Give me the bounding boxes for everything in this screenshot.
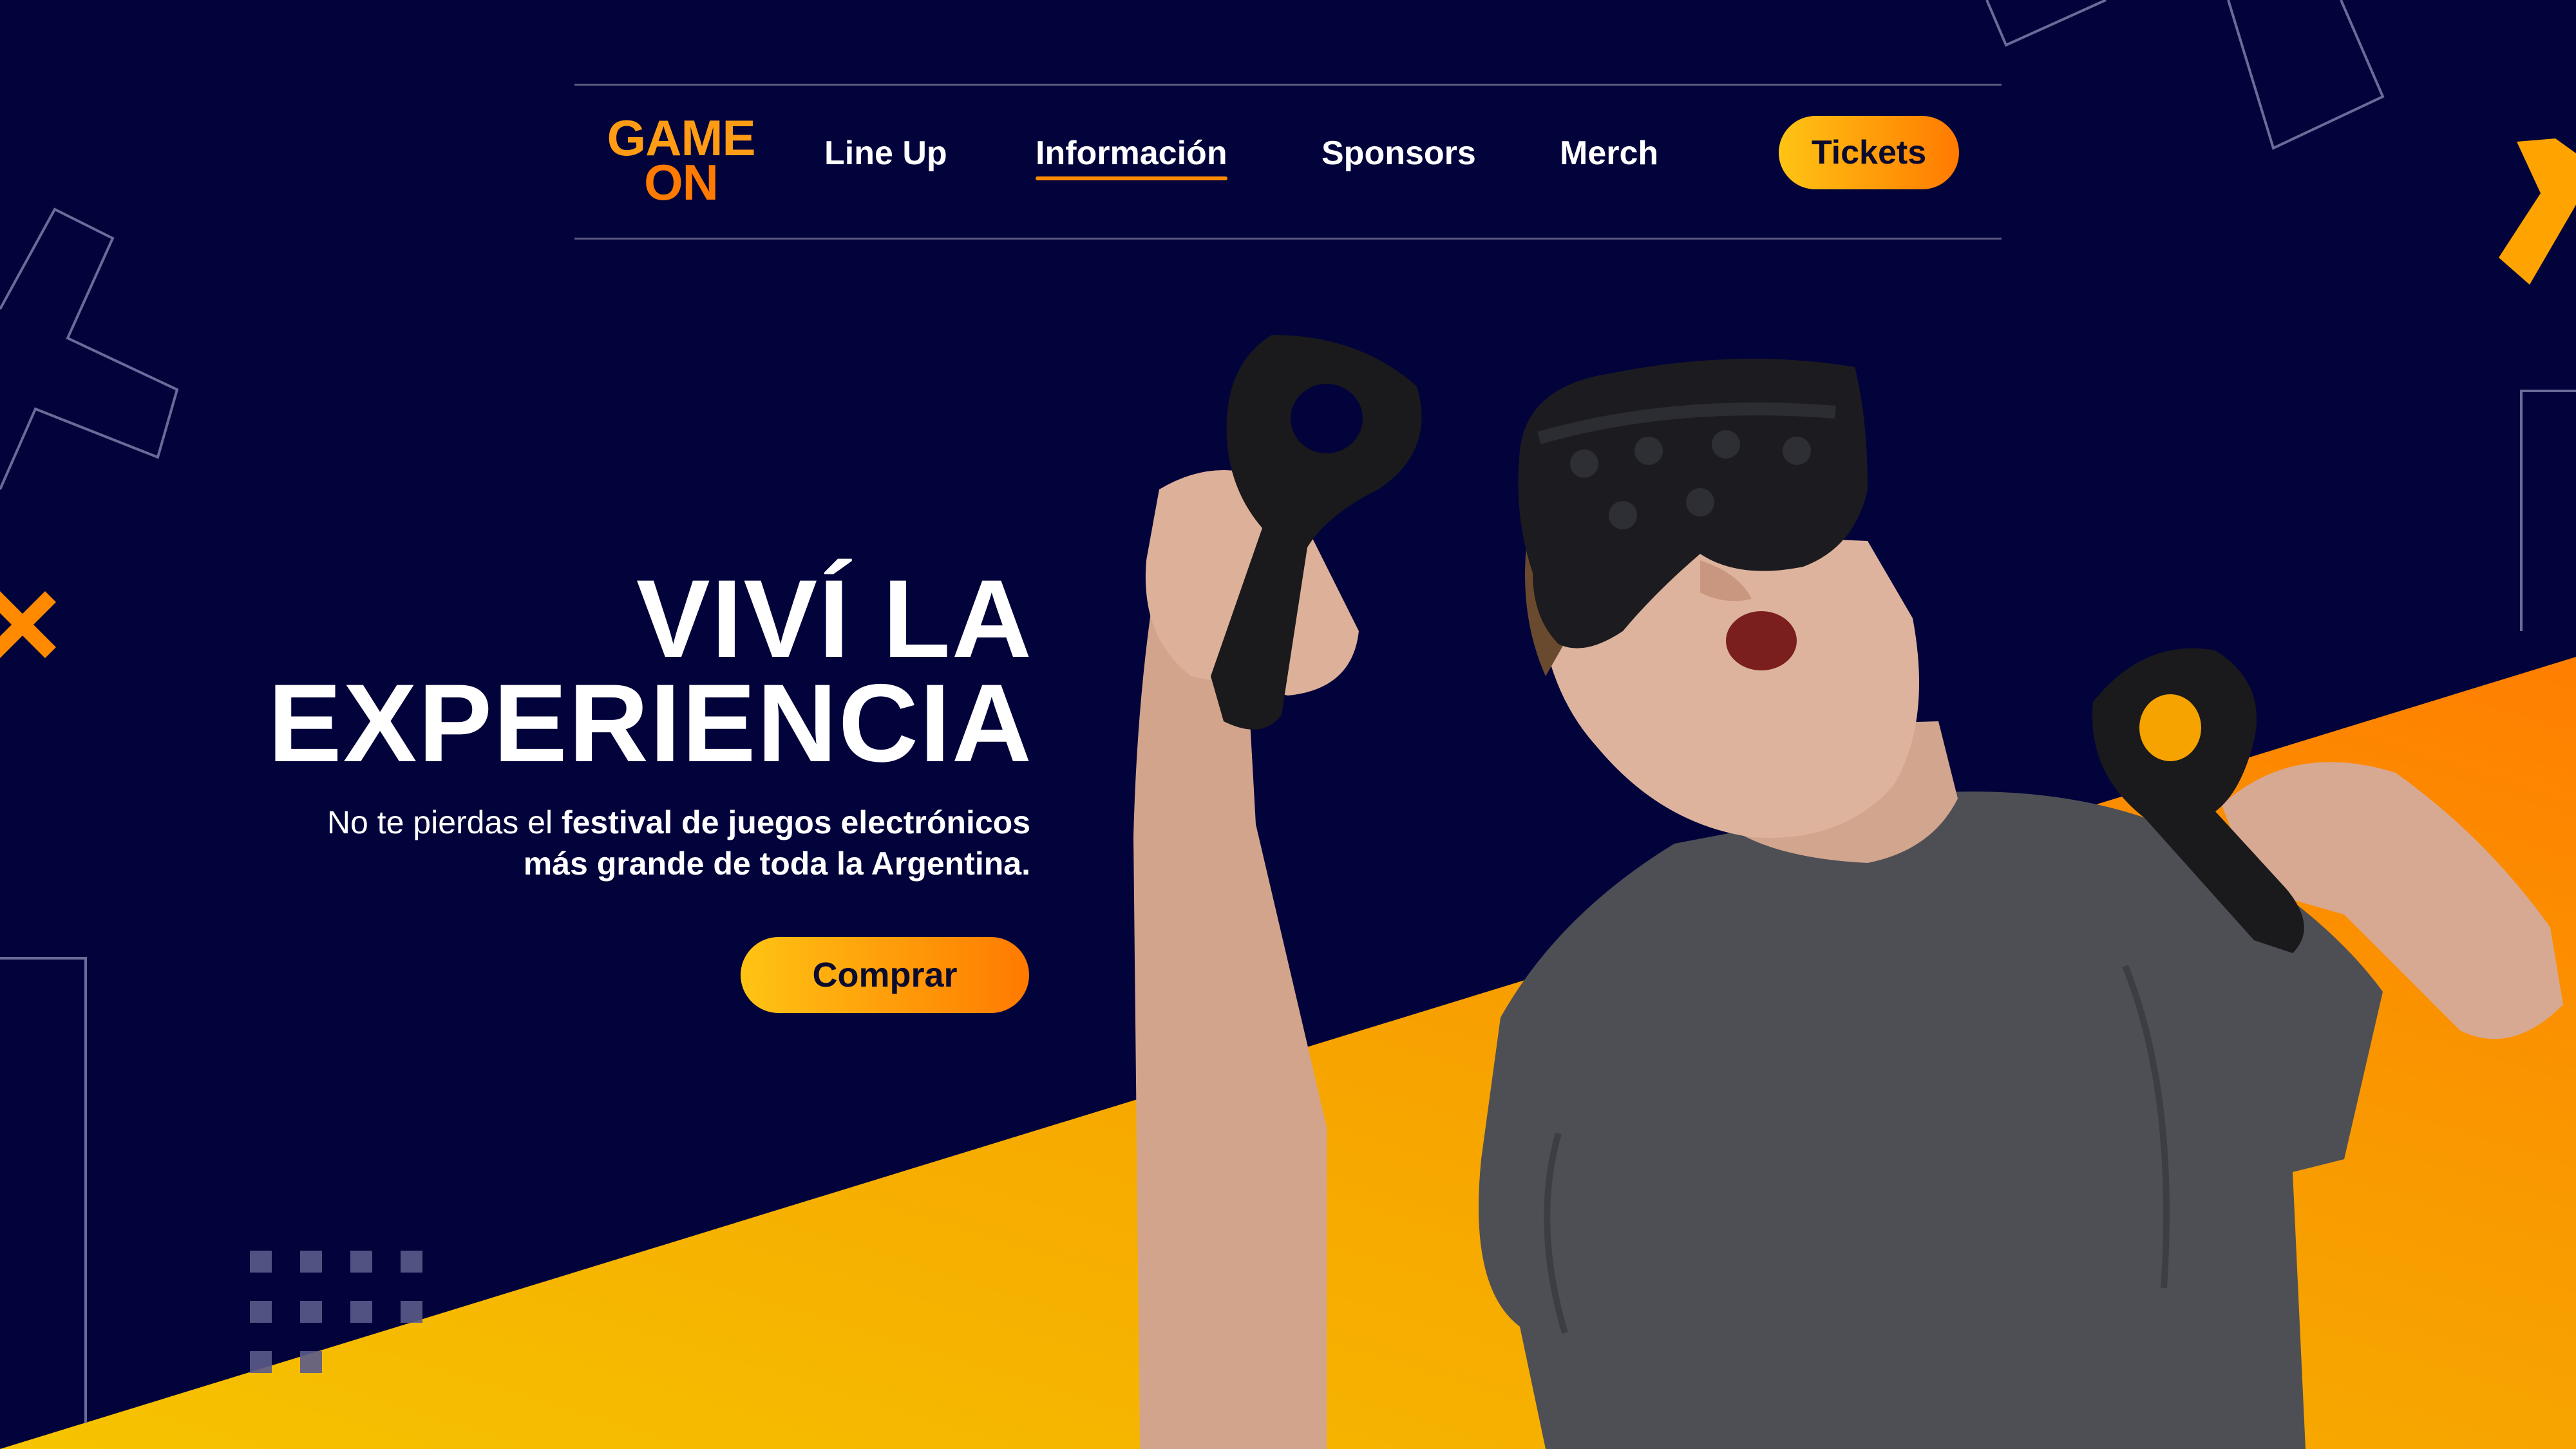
logo-line2: ON: [644, 153, 719, 211]
hero-subtitle: No te pierdas el festival de juegos elec…: [327, 802, 1030, 884]
tickets-button[interactable]: Tickets: [1779, 116, 1959, 189]
page: GAME ON Line Up Información Sponsors Mer…: [0, 0, 2576, 1449]
nav-link-line-up[interactable]: Line Up: [824, 134, 947, 173]
nav-divider-top: [574, 84, 2002, 86]
hero-subtitle-bold-2: más grande de toda la Argentina.: [523, 846, 1030, 882]
game-on-logo[interactable]: GAME ON: [602, 113, 760, 211]
nav-link-informacion[interactable]: Información: [1036, 134, 1227, 180]
nav-divider-bottom: [574, 238, 2002, 240]
nav-link-sponsors[interactable]: Sponsors: [1321, 134, 1476, 173]
hero-title-line1: VIVÍ LA: [636, 557, 1033, 681]
comprar-button[interactable]: Comprar: [741, 937, 1029, 1013]
hero-title-line2: EXPERIENCIA: [267, 661, 1033, 785]
hero-title: VIVÍ LA EXPERIENCIA: [267, 557, 1033, 785]
hero-subtitle-bold-1: festival de juegos electrónicos: [561, 804, 1030, 840]
hero-subtitle-plain: No te pierdas el: [327, 804, 562, 840]
nav-link-merch[interactable]: Merch: [1560, 134, 1658, 173]
